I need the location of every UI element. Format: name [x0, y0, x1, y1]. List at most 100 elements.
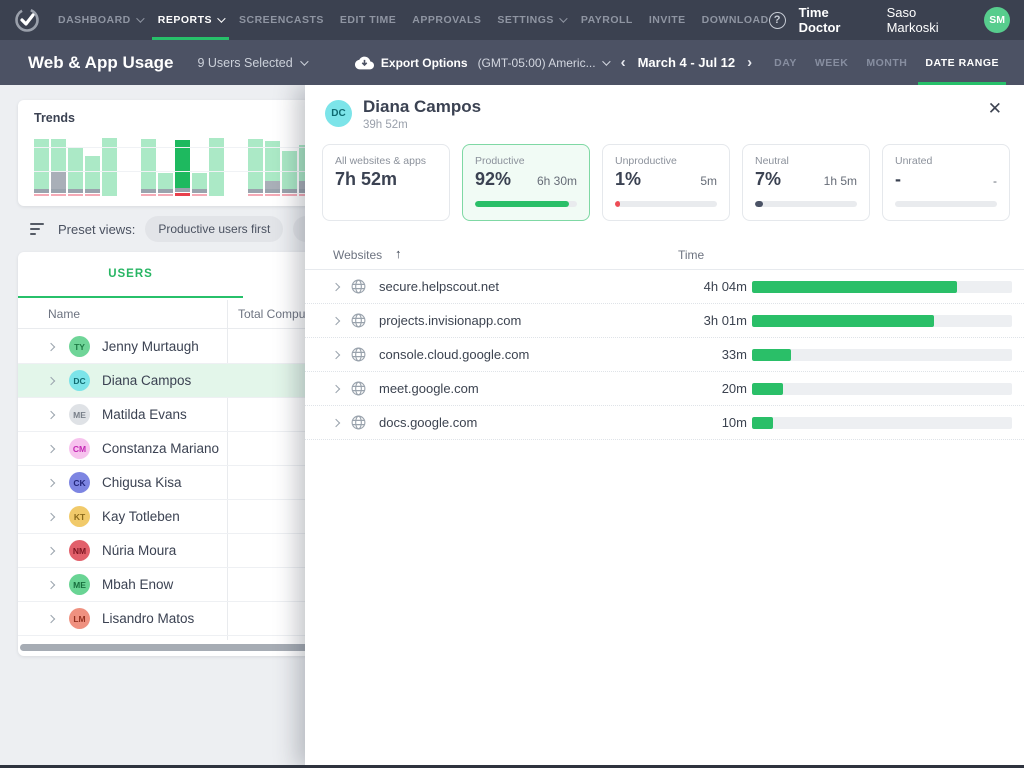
- sort-ascending-icon[interactable]: ↑: [395, 246, 402, 261]
- chevron-right-icon[interactable]: [47, 410, 55, 418]
- stat-card-unrated[interactable]: Unrated--: [882, 144, 1010, 221]
- usage-bar-fill: [752, 417, 773, 429]
- website-time: 3h 01m: [625, 313, 747, 328]
- nav-item-label: INVITE: [649, 14, 686, 26]
- avatar: KT: [69, 506, 90, 527]
- preset-chip-productive-users-first[interactable]: Productive users first: [145, 216, 283, 242]
- nav-item-download[interactable]: DOWNLOAD: [702, 0, 769, 40]
- range-tab-date-range[interactable]: DATE RANGE: [916, 40, 1008, 85]
- trend-bar[interactable]: [192, 173, 207, 196]
- date-range-label[interactable]: March 4 - Jul 12: [638, 55, 736, 70]
- trend-segment: [282, 194, 297, 196]
- nav-item-edit-time[interactable]: EDIT TIME: [340, 0, 396, 40]
- globe-icon: [350, 312, 367, 329]
- nav-item-payroll[interactable]: PAYROLL: [581, 0, 633, 40]
- stat-card-neutral[interactable]: Neutral7%1h 5m: [742, 144, 870, 221]
- range-tab-month[interactable]: MONTH: [857, 40, 916, 85]
- usage-bar-track: [475, 201, 577, 207]
- website-row-meet-google-com[interactable]: meet.google.com20m: [305, 372, 1024, 406]
- usage-bar-track: [895, 201, 997, 207]
- column-header-websites[interactable]: Websites: [333, 248, 382, 262]
- trend-bar-selected[interactable]: [175, 140, 190, 196]
- export-options-button[interactable]: Export Options: [355, 56, 468, 70]
- nav-item-dashboard[interactable]: DASHBOARD: [58, 0, 142, 40]
- chevron-right-icon[interactable]: [47, 478, 55, 486]
- chevron-right-icon[interactable]: [47, 512, 55, 520]
- previous-date-button[interactable]: ‹: [618, 54, 629, 71]
- chevron-right-icon[interactable]: [47, 614, 55, 622]
- chevron-down-icon: [136, 14, 144, 22]
- avatar: CM: [69, 438, 90, 459]
- website-domain: console.cloud.google.com: [379, 347, 529, 362]
- nav-item-invite[interactable]: INVITE: [649, 0, 686, 40]
- website-time: 33m: [625, 347, 747, 362]
- user-name-label: Mbah Enow: [102, 577, 173, 592]
- chevron-right-icon[interactable]: [332, 282, 340, 290]
- timezone-dropdown[interactable]: (GMT-05:00) Americ...: [478, 56, 608, 70]
- column-header-name[interactable]: Name: [48, 307, 80, 321]
- website-row-secure-helpscout-net[interactable]: secure.helpscout.net4h 04m: [305, 270, 1024, 304]
- usage-bar-track: [752, 349, 1012, 361]
- chevron-right-icon[interactable]: [47, 342, 55, 350]
- column-header-time[interactable]: Time: [678, 248, 704, 262]
- chevron-right-icon[interactable]: [332, 418, 340, 426]
- report-subheader: Web & App Usage 9 Users Selected Export …: [0, 40, 1024, 85]
- user-name-label: Constanza Mariano: [102, 441, 219, 456]
- trend-segment: [192, 194, 207, 196]
- trends-title: Trends: [34, 111, 75, 125]
- chevron-right-icon[interactable]: [332, 384, 340, 392]
- timezone-label: (GMT-05:00) Americ...: [478, 56, 596, 70]
- app-root: DASHBOARD REPORTS SCREENCASTS EDIT TIME APPR…: [0, 0, 1024, 768]
- chevron-right-icon[interactable]: [47, 444, 55, 452]
- chevron-right-icon[interactable]: [47, 546, 55, 554]
- cloud-download-icon: [355, 56, 374, 70]
- nav-item-settings[interactable]: SETTINGS: [497, 0, 565, 40]
- trend-segment: [85, 194, 100, 196]
- nav-item-approvals[interactable]: APPROVALS: [412, 0, 481, 40]
- nav-item-screencasts[interactable]: SCREENCASTS: [239, 0, 324, 40]
- range-tab-week[interactable]: WEEK: [806, 40, 858, 85]
- users-selected-dropdown[interactable]: 9 Users Selected: [197, 56, 305, 70]
- usage-bar-fill: [752, 383, 783, 395]
- range-tab-day[interactable]: DAY: [765, 40, 806, 85]
- trend-segment: [158, 173, 173, 189]
- website-time: 10m: [625, 415, 747, 430]
- trend-segment: [248, 194, 263, 196]
- user-name-label: Kay Totleben: [102, 509, 180, 524]
- tab-users[interactable]: USERS: [18, 252, 243, 298]
- stat-card-productive[interactable]: Productive92%6h 30m: [462, 144, 590, 221]
- trend-segment: [141, 194, 156, 196]
- usage-bar-fill: [752, 281, 957, 293]
- website-row-console-cloud-google-com[interactable]: console.cloud.google.com 33m: [305, 338, 1024, 372]
- website-domain: docs.google.com: [379, 415, 477, 430]
- help-icon[interactable]: ?: [769, 12, 786, 29]
- chevron-right-icon[interactable]: [47, 580, 55, 588]
- stat-card-unproductive[interactable]: Unproductive1%5m: [602, 144, 730, 221]
- website-row-projects-invisionapp-com[interactable]: projects.invisionapp.com3h 01m: [305, 304, 1024, 338]
- trend-bar[interactable]: [282, 151, 297, 196]
- time-doctor-logo-icon[interactable]: [14, 7, 40, 33]
- company-name[interactable]: Time Doctor: [799, 5, 874, 35]
- close-icon[interactable]: ✕: [988, 99, 1002, 119]
- chevron-right-icon[interactable]: [332, 350, 340, 358]
- website-row-docs-google-com[interactable]: docs.google.com 10m: [305, 406, 1024, 440]
- nav-item-label: REPORTS: [158, 14, 212, 26]
- stat-card-all-websites-apps[interactable]: All websites & apps7h 52m: [322, 144, 450, 221]
- user-name[interactable]: Saso Markoski: [887, 5, 972, 35]
- chevron-right-icon[interactable]: [47, 376, 55, 384]
- user-name-label: Diana Campos: [102, 373, 191, 388]
- stat-card-time: 1h 5m: [824, 174, 857, 188]
- trend-segment: [51, 139, 66, 171]
- next-date-button[interactable]: ›: [744, 54, 755, 71]
- trend-segment: [85, 156, 100, 189]
- trend-bar[interactable]: [85, 156, 100, 196]
- user-avatar[interactable]: SM: [984, 7, 1010, 33]
- nav-item-reports[interactable]: REPORTS: [158, 0, 223, 40]
- stat-card-label: Unrated: [895, 155, 997, 167]
- stat-card-values: 92%6h 30m: [475, 169, 577, 190]
- trend-group: [141, 136, 224, 196]
- avatar: ME: [69, 404, 90, 425]
- trend-bar[interactable]: [265, 141, 280, 196]
- trend-bar[interactable]: [158, 173, 173, 196]
- chevron-right-icon[interactable]: [332, 316, 340, 324]
